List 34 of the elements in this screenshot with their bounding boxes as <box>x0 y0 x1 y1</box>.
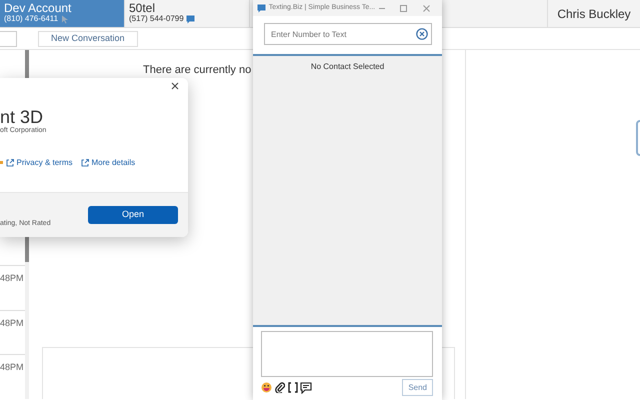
pointer-icon <box>60 14 70 24</box>
emoji-icon <box>261 382 272 393</box>
conversation-time: 48PM <box>0 273 24 283</box>
open-button[interactable]: Open <box>88 206 178 224</box>
number-field[interactable]: Enter Number to Text <box>264 23 432 45</box>
chat-icon <box>186 14 196 24</box>
brackets-icon <box>288 382 298 393</box>
contact-status: No Contact Selected <box>310 61 384 73</box>
paperclip-icon <box>274 382 285 393</box>
maximize-icon <box>400 4 407 12</box>
user-name: Chris Buckley <box>557 6 631 22</box>
search-field[interactable] <box>0 31 17 47</box>
account-name: 50tel <box>129 2 156 15</box>
app-title: nt 3D <box>0 108 44 126</box>
close-icon <box>171 82 179 90</box>
account-tab[interactable]: 50tel (517) 544-0799 <box>125 0 250 27</box>
message-field[interactable] <box>261 331 433 377</box>
external-link-icon <box>80 158 89 166</box>
account-phone: (810) 476-6411 <box>4 14 58 24</box>
empty-message: There are currently no <box>143 63 252 78</box>
link[interactable]: More details <box>92 156 136 168</box>
conversation-time: 48PM <box>0 362 24 372</box>
send-button[interactable]: Send <box>402 379 433 396</box>
close-icon <box>423 4 430 12</box>
external-link-icon <box>6 158 14 166</box>
account-phone: (517) 544-0799 <box>129 14 184 24</box>
new-conversation-button[interactable]: New Conversation <box>38 31 138 47</box>
message-icon <box>300 382 312 394</box>
account-name: Dev Account <box>4 2 72 15</box>
link[interactable]: Privacy & terms <box>16 156 73 168</box>
chat-icon <box>257 4 266 12</box>
conversation-time: 48PM <box>0 318 24 328</box>
clear-icon <box>416 28 428 40</box>
account-tab[interactable]: Dev Account (810) 476-6411 <box>0 0 125 27</box>
